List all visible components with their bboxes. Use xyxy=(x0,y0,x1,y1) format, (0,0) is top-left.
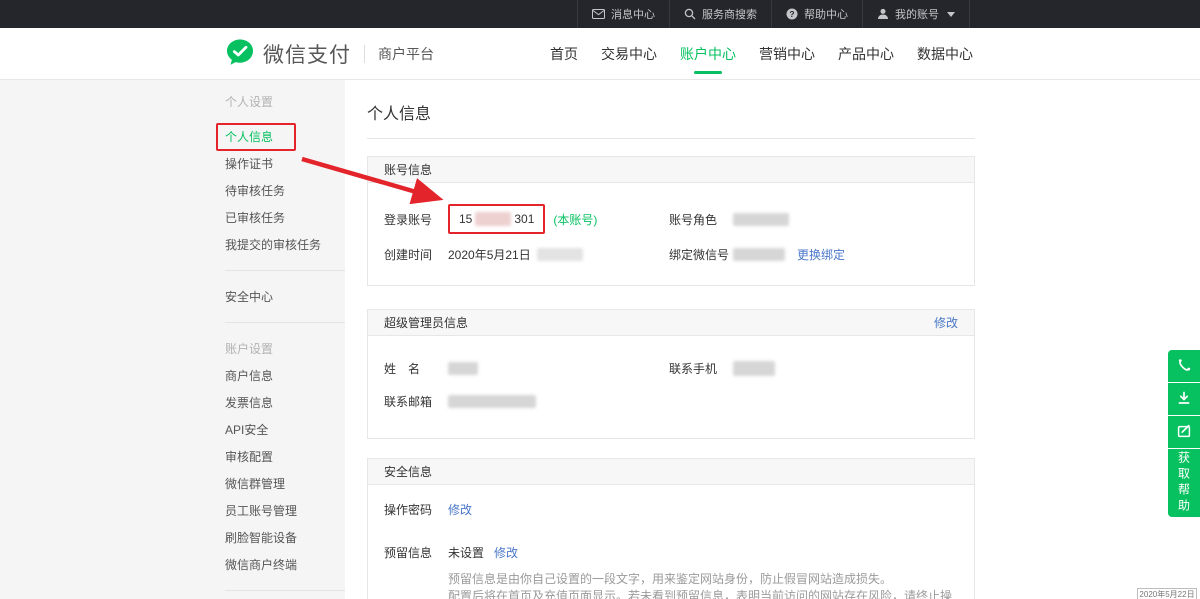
nav-item-data-center[interactable]: 数据中心 xyxy=(915,28,975,79)
created-time-value: 2020年5月21日 xyxy=(448,246,531,263)
contact-phone-redacted xyxy=(733,361,775,376)
search-icon xyxy=(684,8,696,20)
mail-icon xyxy=(592,9,605,19)
nav-item-product-center[interactable]: 产品中心 xyxy=(836,28,896,79)
current-account-note: (本账号) xyxy=(553,211,597,228)
account-role-redacted xyxy=(733,213,789,226)
login-account-prefix: 15 xyxy=(459,212,472,226)
sidebar-item-api-security[interactable]: API安全 xyxy=(225,416,345,443)
main-content: 个人信息 账号信息 登录账号 15 301 xyxy=(345,80,1200,599)
date-popup: 2020年5月22日 xyxy=(1137,588,1197,599)
wechat-pay-logo-icon xyxy=(225,37,255,70)
sidebar-group-account-settings: 账户设置 xyxy=(225,335,345,362)
page-title: 个人信息 xyxy=(367,100,975,124)
sidebar-item-my-submitted-tasks[interactable]: 我提交的审核任务 xyxy=(225,231,345,258)
download-button[interactable] xyxy=(1168,383,1200,415)
topbar: 消息中心 服务商搜索 ? 帮助中心 我的账号 xyxy=(0,0,1200,28)
super-admin-card: 超级管理员信息 修改 姓 名 联系手机 xyxy=(367,309,975,439)
description-line: 配置后将在首页及充值页面显示。若未看到预留信息，表明当前访问的网站存在风险，请终… xyxy=(448,588,958,599)
sidebar-divider xyxy=(225,270,345,271)
sidebar-divider xyxy=(225,590,345,591)
sidebar-item-security-center[interactable]: 安全中心 xyxy=(225,283,345,310)
svg-text:?: ? xyxy=(789,9,794,19)
account-role-label: 账号角色 xyxy=(669,211,733,228)
reserved-info-label: 预留信息 xyxy=(384,544,448,561)
contact-email-label: 联系邮箱 xyxy=(384,393,448,410)
feedback-button[interactable] xyxy=(1168,416,1200,448)
title-divider xyxy=(367,138,975,139)
reserved-info-description: 预留信息是由你自己设置的一段文字，用来鉴定网站身份，防止假冒网站造成损失。 配置… xyxy=(448,571,958,599)
created-time-redacted xyxy=(537,248,583,261)
bound-wechat-label: 绑定微信号 xyxy=(669,246,733,263)
account-info-card-header: 账号信息 xyxy=(368,157,974,183)
contact-phone-label: 联系手机 xyxy=(669,360,733,377)
password-modify-link[interactable]: 修改 xyxy=(448,501,472,518)
sidebar-item-staff-account-management[interactable]: 员工账号管理 xyxy=(225,497,345,524)
bound-wechat-redacted xyxy=(733,248,785,261)
phone-icon xyxy=(1176,357,1192,376)
brand-divider xyxy=(364,45,365,63)
account-info-card: 账号信息 登录账号 15 301 (本账号) xyxy=(367,156,975,286)
contact-email-redacted xyxy=(448,395,536,408)
contact-phone-button[interactable] xyxy=(1168,350,1200,382)
topbar-item-messages[interactable]: 消息中心 xyxy=(577,0,669,28)
sidebar-item-merchant-info[interactable]: 商户信息 xyxy=(225,362,345,389)
topbar-item-my-account[interactable]: 我的账号 xyxy=(862,0,970,28)
download-icon xyxy=(1176,390,1192,409)
platform-subtitle: 商户平台 xyxy=(378,44,434,64)
nav-item-marketing-center[interactable]: 营销中心 xyxy=(757,28,817,79)
nav-item-account-center[interactable]: 账户中心 xyxy=(678,28,738,79)
brand-name: 微信支付 xyxy=(263,39,351,69)
topbar-item-help-center[interactable]: ? 帮助中心 xyxy=(771,0,862,28)
get-help-button[interactable]: 获取帮助 xyxy=(1168,449,1200,517)
sidebar-item-wechat-group-management[interactable]: 微信群管理 xyxy=(225,470,345,497)
topbar-item-label: 帮助中心 xyxy=(804,6,848,22)
admin-name-redacted xyxy=(448,362,478,375)
admin-name-label: 姓 名 xyxy=(384,360,448,377)
sidebar-item-invoice-info[interactable]: 发票信息 xyxy=(225,389,345,416)
sidebar-item-personal-info[interactable]: 个人信息 xyxy=(225,123,345,150)
reserved-modify-link[interactable]: 修改 xyxy=(494,544,518,561)
nav-item-transaction-center[interactable]: 交易中心 xyxy=(599,28,659,79)
feedback-icon xyxy=(1176,423,1192,442)
sidebar-group-personal-settings: 个人设置 xyxy=(225,88,345,115)
sidebar-item-face-smart-device[interactable]: 刷脸智能设备 xyxy=(225,524,345,551)
description-line: 预留信息是由你自己设置的一段文字，用来鉴定网站身份，防止假冒网站造成损失。 xyxy=(448,571,958,588)
security-info-title: 安全信息 xyxy=(384,463,432,480)
topbar-item-provider-search[interactable]: 服务商搜索 xyxy=(669,0,771,28)
sidebar-item-reviewed-tasks[interactable]: 已审核任务 xyxy=(225,204,345,231)
topbar-item-label: 我的账号 xyxy=(895,6,939,22)
brand-logo[interactable]: 微信支付 xyxy=(225,37,351,70)
reserved-info-status: 未设置 xyxy=(448,544,484,561)
sidebar-divider xyxy=(225,322,345,323)
operation-password-label: 操作密码 xyxy=(384,501,448,518)
admin-modify-link[interactable]: 修改 xyxy=(934,314,958,331)
sidebar-item-pending-review-tasks[interactable]: 待审核任务 xyxy=(225,177,345,204)
floating-help-stack: 获取帮助 xyxy=(1168,350,1200,517)
primary-nav: 首页 交易中心 账户中心 营销中心 产品中心 数据中心 xyxy=(548,28,975,79)
security-info-card: 安全信息 操作密码 修改 预留信息 未设置 修改 xyxy=(367,458,975,599)
login-account-redacted xyxy=(475,212,511,226)
login-account-label: 登录账号 xyxy=(384,211,448,228)
sidebar-item-operation-certificate[interactable]: 操作证书 xyxy=(225,150,345,177)
super-admin-title: 超级管理员信息 xyxy=(384,314,468,331)
super-admin-card-header: 超级管理员信息 修改 xyxy=(368,310,974,336)
topbar-item-label: 服务商搜索 xyxy=(702,6,757,22)
created-time-label: 创建时间 xyxy=(384,246,448,263)
chevron-down-icon xyxy=(947,12,955,17)
account-info-title: 账号信息 xyxy=(384,161,432,178)
nav-item-home[interactable]: 首页 xyxy=(548,28,580,79)
user-icon xyxy=(877,8,889,20)
sidebar-item-review-config[interactable]: 审核配置 xyxy=(225,443,345,470)
sidebar: 个人设置 个人信息 操作证书 待审核任务 已审核任务 我提交的审核任务 安全中心… xyxy=(0,80,345,599)
security-info-card-header: 安全信息 xyxy=(368,459,974,485)
sidebar-item-wechat-merchant-terminal[interactable]: 微信商户终端 xyxy=(225,551,345,578)
change-binding-link[interactable]: 更换绑定 xyxy=(797,246,845,263)
page-layout: 个人设置 个人信息 操作证书 待审核任务 已审核任务 我提交的审核任务 安全中心… xyxy=(0,80,1200,599)
help-icon: ? xyxy=(786,8,798,20)
login-account-annotation-box: 15 301 xyxy=(448,204,545,234)
login-account-suffix: 301 xyxy=(514,212,534,226)
topbar-item-label: 消息中心 xyxy=(611,6,655,22)
header: 微信支付 商户平台 首页 交易中心 账户中心 营销中心 产品中心 数据中心 xyxy=(0,28,1200,80)
